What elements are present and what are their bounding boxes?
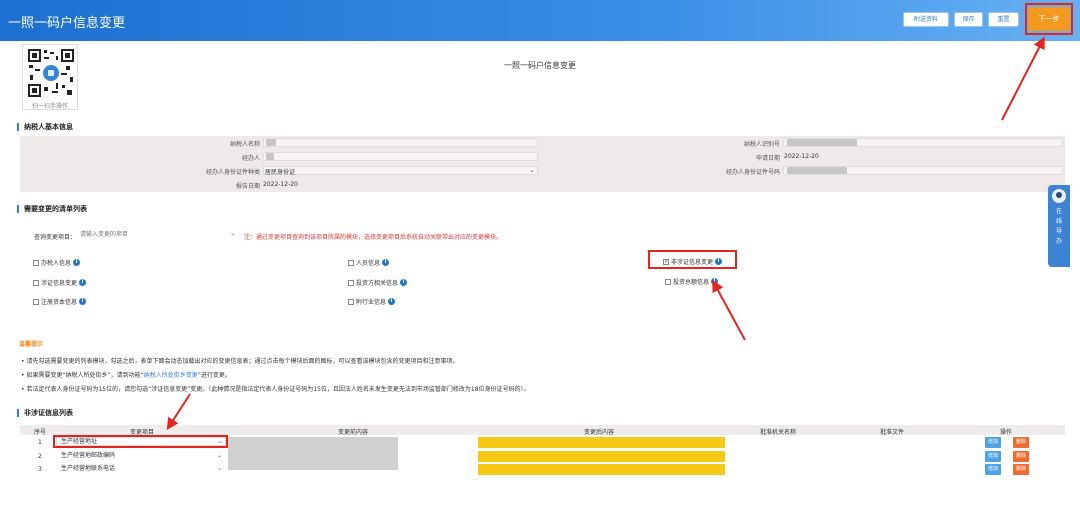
arrow-to-next — [1001, 36, 1045, 121]
online-guide-widget[interactable]: 在 线 导 办 — [1048, 185, 1070, 267]
arrow-to-row — [166, 393, 191, 431]
guide-char: 导 — [1055, 228, 1062, 235]
guide-char: 办 — [1055, 238, 1062, 245]
assistant-avatar-icon — [1052, 189, 1066, 203]
annotation-arrows — [166, 36, 1045, 431]
arrow-to-checkbox — [712, 279, 746, 341]
guide-char: 线 — [1055, 218, 1062, 225]
guide-char: 在 — [1055, 208, 1062, 215]
